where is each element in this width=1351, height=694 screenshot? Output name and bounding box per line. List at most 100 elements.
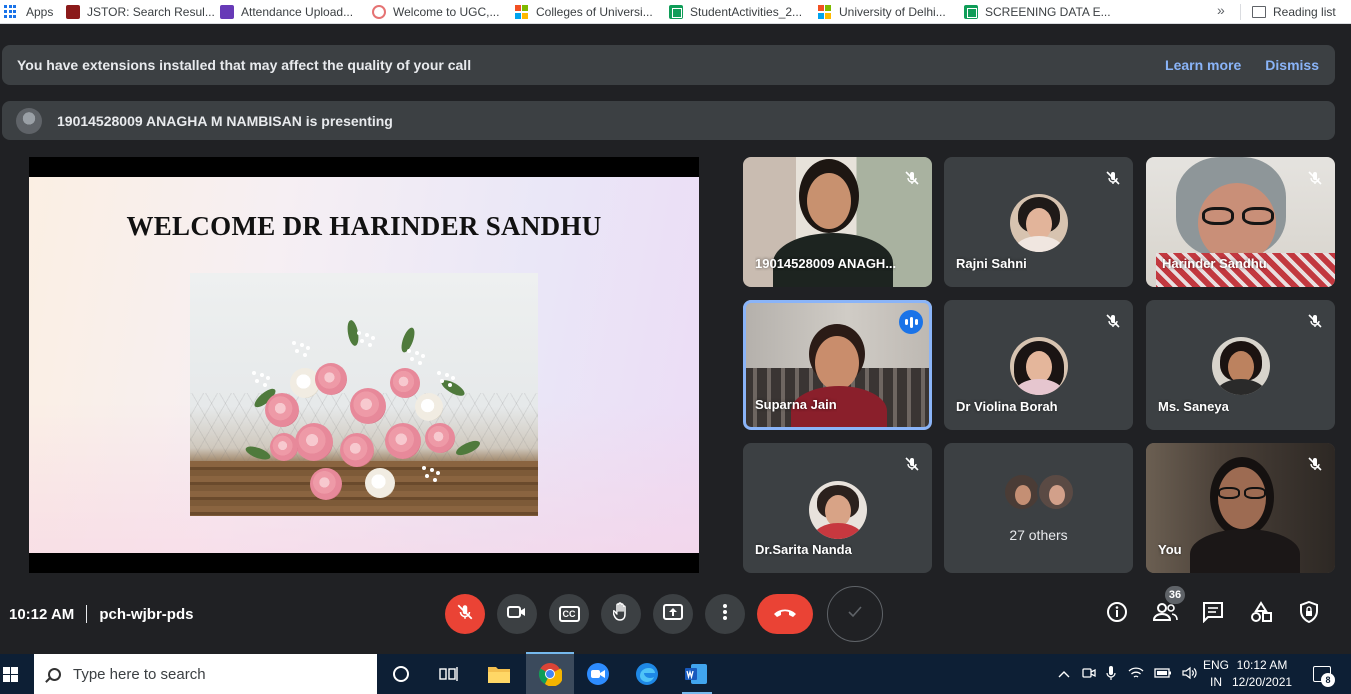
file-explorer-icon[interactable] (487, 662, 511, 686)
bookmark-university-delhi[interactable]: University of Delhi... (818, 3, 946, 21)
mic-off-icon (1103, 168, 1123, 188)
bookmark-apps[interactable]: Apps (4, 3, 53, 21)
search-placeholder: Type here to search (73, 665, 206, 683)
system-tray (1058, 654, 1198, 694)
bookmark-ugc[interactable]: Welcome to UGC,... (372, 3, 499, 21)
participant-tile[interactable]: Harinder Sandhu (1146, 157, 1335, 287)
bookmark-jstor[interactable]: JSTOR: Search Resul... (66, 3, 215, 21)
participant-tile[interactable]: Rajni Sahni (944, 157, 1133, 287)
language-indicator[interactable]: ENG IN (1198, 657, 1234, 691)
cursor-focus-button[interactable] (827, 586, 883, 642)
meeting-details-button[interactable] (1103, 600, 1131, 628)
bookmark-label: StudentActivities_2... (690, 5, 803, 19)
participant-name: You (1158, 542, 1182, 557)
raise-hand-icon (612, 601, 629, 627)
zoom-icon[interactable] (586, 662, 610, 686)
bookmark-colleges[interactable]: Colleges of Universi... (515, 3, 653, 21)
bookmark-screening-data[interactable]: SCREENING DATA E... (964, 3, 1111, 21)
speaking-indicator-icon (899, 310, 923, 334)
microsoft-icon (515, 5, 529, 19)
dismiss-button[interactable]: Dismiss (1265, 57, 1319, 73)
presenting-banner: 19014528009 ANAGHA M NAMBISAN is present… (2, 101, 1335, 140)
others-tile[interactable]: 27 others (944, 443, 1133, 573)
bookmark-label: JSTOR: Search Resul... (87, 5, 215, 19)
microsoft-icon (818, 5, 832, 19)
checkmark-icon (847, 605, 863, 624)
participant-tile[interactable]: Dr Violina Borah (944, 300, 1133, 430)
info-icon (1106, 601, 1128, 628)
shapes-icon (1250, 600, 1272, 628)
participant-name: Suparna Jain (755, 397, 837, 412)
taskbar-clock[interactable]: 10:12 AM 12/20/2021 (1232, 657, 1292, 691)
participant-tile[interactable]: 19014528009 ANAGH... (743, 157, 932, 287)
mic-off-icon (1103, 311, 1123, 331)
chat-button[interactable] (1199, 600, 1227, 628)
raise-hand-button[interactable] (601, 594, 641, 634)
participant-tile[interactable]: Dr.Sarita Nanda (743, 443, 932, 573)
mic-toggle-button[interactable] (445, 594, 485, 634)
word-icon[interactable] (684, 662, 708, 686)
captions-icon: CC (558, 606, 580, 622)
slide-title: WELCOME DR HARINDER SANDHU (126, 211, 602, 241)
jstor-icon (66, 5, 80, 19)
meeting-info: 10:12 AM pch-wjbr-pds (9, 605, 193, 623)
leave-call-button[interactable] (757, 594, 813, 634)
mic-off-icon (902, 454, 922, 474)
activities-button[interactable] (1247, 600, 1275, 628)
mic-off-icon (456, 603, 474, 626)
cortana-icon[interactable] (389, 662, 413, 686)
more-options-button[interactable] (705, 594, 745, 634)
people-icon (1152, 602, 1178, 626)
shield-lock-icon (1299, 600, 1319, 628)
self-tile[interactable]: You (1146, 443, 1335, 573)
volume-icon[interactable] (1182, 666, 1198, 683)
people-button[interactable] (1151, 600, 1179, 628)
bookmark-label: Welcome to UGC,... (393, 5, 500, 19)
mic-off-icon (1305, 311, 1325, 331)
chevron-up-icon[interactable] (1058, 667, 1070, 681)
meeting-time: 10:12 AM (9, 605, 75, 623)
wifi-icon[interactable] (1128, 666, 1144, 683)
reading-list-label: Reading list (1273, 5, 1336, 19)
present-icon (663, 603, 683, 625)
participant-tile[interactable]: Ms. Saneya (1146, 300, 1335, 430)
language-code: ENG (1202, 658, 1229, 672)
chrome-icon[interactable] (538, 662, 562, 686)
presentation-screen[interactable]: WELCOME DR HARINDER SANDHU (29, 157, 699, 573)
bookmarks-overflow-button[interactable]: » (1217, 2, 1225, 18)
task-view-icon[interactable] (437, 662, 461, 686)
present-now-button[interactable] (653, 594, 693, 634)
battery-icon[interactable] (1154, 667, 1172, 682)
taskbar-search-box[interactable]: Type here to search (34, 654, 377, 694)
sheets-icon (964, 5, 978, 19)
participant-name: 19014528009 ANAGH... (755, 256, 897, 271)
apps-grid-icon (4, 5, 18, 19)
camera-icon (507, 605, 527, 624)
notifications-button[interactable]: 8 (1310, 662, 1335, 687)
flower-bouquet-image (190, 273, 538, 516)
captions-button[interactable]: CC (549, 594, 589, 634)
avatar (1037, 473, 1075, 511)
bookmark-student-activities[interactable]: StudentActivities_2... (669, 3, 802, 21)
host-controls-button[interactable] (1295, 600, 1323, 628)
learn-more-link[interactable]: Learn more (1165, 57, 1241, 73)
edge-icon[interactable] (635, 662, 659, 686)
sheets-icon (669, 5, 683, 19)
microphone-icon[interactable] (1106, 665, 1116, 684)
camera-toggle-button[interactable] (497, 594, 537, 634)
ugc-icon (372, 5, 386, 19)
language-region: IN (1210, 675, 1222, 689)
meeting-controls-bar: 10:12 AM pch-wjbr-pds CC 36 (0, 584, 1351, 646)
reading-list-button[interactable]: Reading list (1252, 3, 1336, 21)
windows-taskbar: Type here to search ENG IN 10:12 AM 12/2… (0, 652, 1351, 694)
clock-time: 10:12 AM (1236, 658, 1288, 672)
bookmark-attendance[interactable]: Attendance Upload... (220, 3, 353, 21)
participant-tile-active-speaker[interactable]: Suparna Jain (743, 300, 932, 430)
bookmark-label: Colleges of Universi... (536, 5, 653, 19)
meeting-code[interactable]: pch-wjbr-pds (99, 606, 193, 623)
avatar (1212, 337, 1270, 395)
participant-name: Harinder Sandhu (1162, 256, 1267, 271)
meet-tray-icon[interactable] (1082, 666, 1096, 683)
windows-start-icon[interactable] (3, 667, 18, 682)
bookmark-label: Attendance Upload... (241, 5, 354, 19)
